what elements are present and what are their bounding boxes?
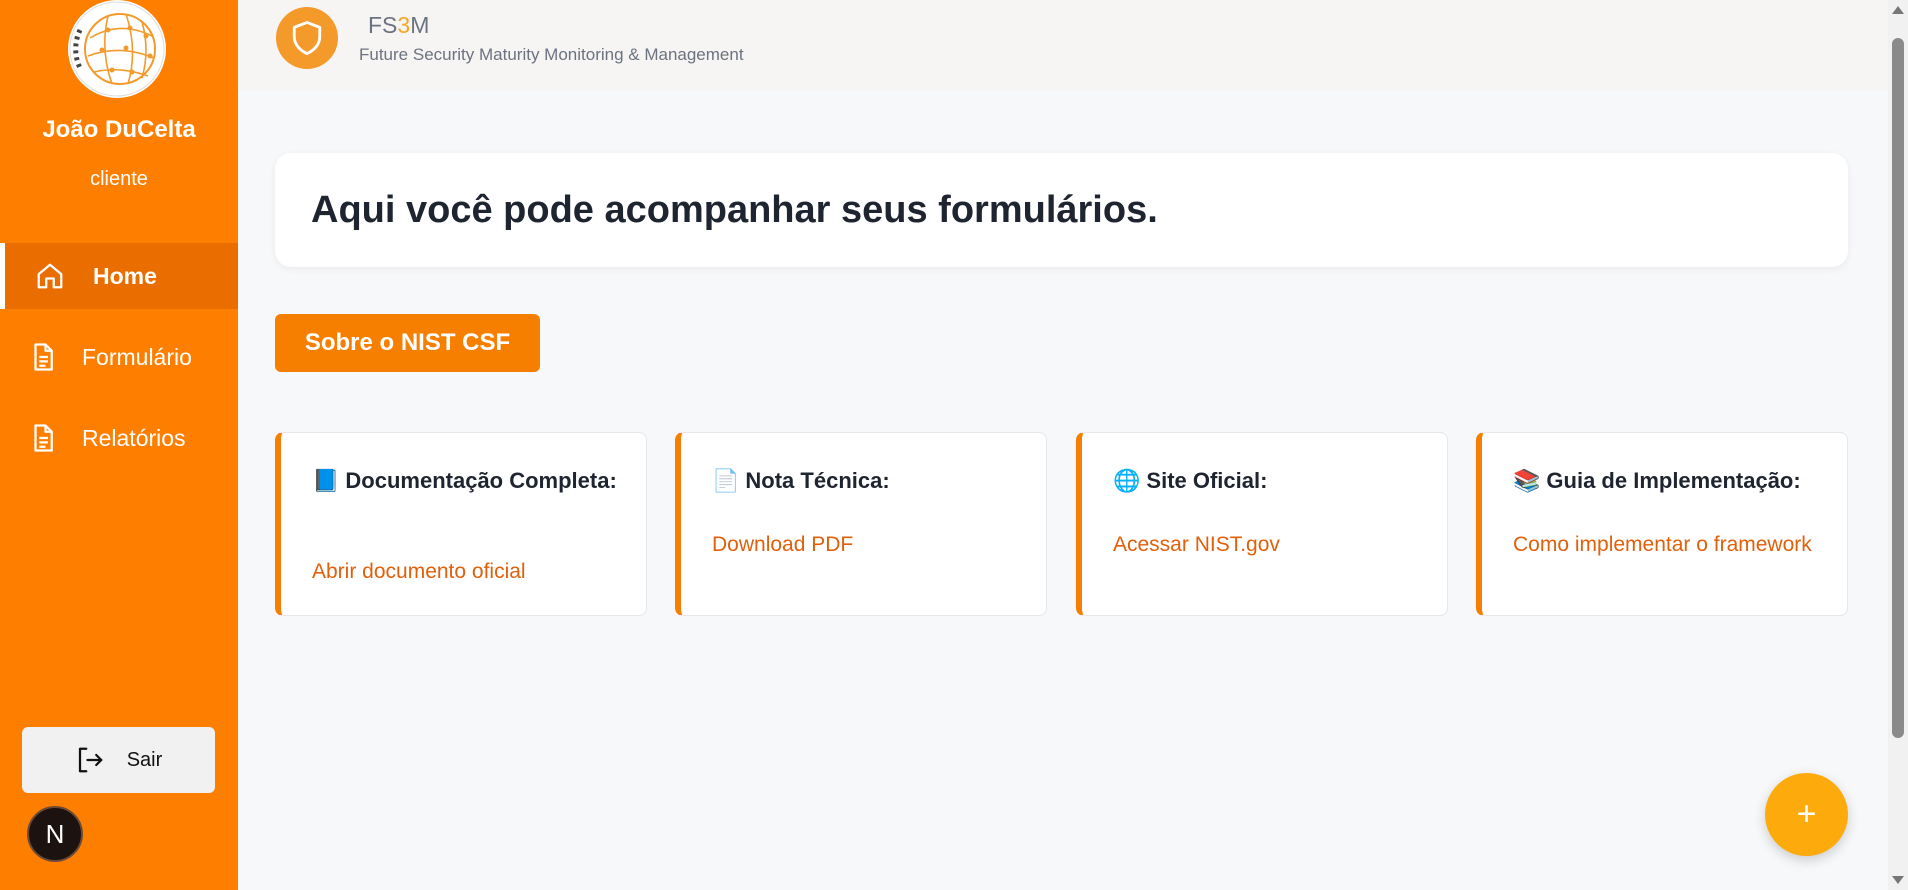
avatar <box>68 0 166 98</box>
shield-icon <box>292 20 322 55</box>
sidebar-item-label: Formulário <box>82 343 192 370</box>
resource-card-implementation-guide: 📚 Guia de Implementação: Como implementar… <box>1476 432 1848 616</box>
logout-button[interactable]: Sair <box>22 727 215 793</box>
card-title: 🌐 Site Oficial: <box>1113 468 1268 493</box>
card-link[interactable]: Acessar NIST.gov <box>1113 531 1427 559</box>
sidebar: João DuCelta cliente Home Formulário Rel… <box>0 0 238 890</box>
card-link[interactable]: Como implementar o framework <box>1513 531 1827 559</box>
book-icon: 📘 <box>312 468 340 493</box>
page-scrollbar[interactable] <box>1888 0 1908 890</box>
about-nist-button[interactable]: Sobre o NIST CSF <box>275 314 540 372</box>
main-content: Aqui você pode acompanhar seus formulári… <box>250 90 1872 890</box>
card-title: 📘 Documentação Completa: <box>312 468 617 493</box>
sidebar-item-relatorios[interactable]: Relatórios <box>0 405 238 471</box>
sidebar-item-home[interactable]: Home <box>0 243 238 309</box>
card-link[interactable]: Download PDF <box>712 531 1026 559</box>
hero-card: Aqui você pode acompanhar seus formulári… <box>275 153 1848 267</box>
add-button[interactable]: + <box>1765 773 1848 856</box>
brand-name: FS3M <box>368 12 430 38</box>
page-icon: 📄 <box>712 468 740 493</box>
scroll-thumb[interactable] <box>1892 38 1904 738</box>
resource-card-documentation: 📘 Documentação Completa: Abrir documento … <box>275 432 647 616</box>
globe-icon: 🌐 <box>1113 468 1141 493</box>
card-title: 📚 Guia de Implementação: <box>1513 468 1801 493</box>
scroll-up-icon[interactable] <box>1892 6 1904 14</box>
card-title: 📄 Nota Técnica: <box>712 468 890 493</box>
dev-badge[interactable]: N <box>27 806 83 862</box>
logout-label: Sair <box>126 748 163 771</box>
app-header: FS3M Future Security Maturity Monitoring… <box>238 0 1888 90</box>
sidebar-item-label: Home <box>93 262 157 289</box>
user-name: João DuCelta <box>42 116 196 143</box>
resource-card-technical-note: 📄 Nota Técnica: Download PDF <box>675 432 1047 616</box>
home-icon <box>37 263 63 289</box>
sidebar-item-formulario[interactable]: Formulário <box>0 324 238 390</box>
brand-subtitle: Future Security Maturity Monitoring & Ma… <box>359 45 744 64</box>
resource-card-official-site: 🌐 Site Oficial: Acessar NIST.gov <box>1076 432 1448 616</box>
brand-logo <box>276 7 338 69</box>
page-title: Aqui você pode acompanhar seus formulári… <box>311 189 1158 231</box>
card-link[interactable]: Abrir documento oficial <box>312 558 626 586</box>
user-role: cliente <box>90 168 148 190</box>
globe-logo-icon <box>69 1 165 97</box>
document-icon <box>34 343 53 371</box>
sidebar-item-label: Relatórios <box>82 424 186 451</box>
logout-icon <box>78 747 103 773</box>
books-icon: 📚 <box>1513 468 1541 493</box>
scroll-down-icon[interactable] <box>1892 876 1904 884</box>
document-icon <box>34 424 53 452</box>
